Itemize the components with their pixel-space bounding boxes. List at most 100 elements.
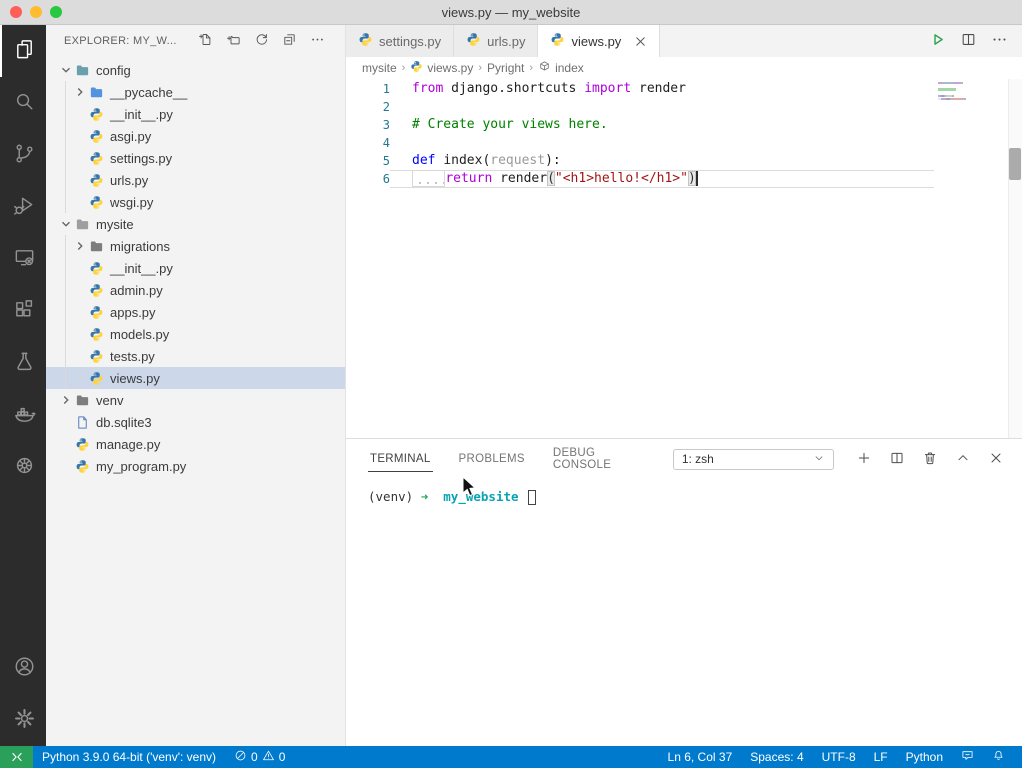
tree-item-asgi-py[interactable]: asgi.py <box>46 125 345 147</box>
activity-item-kubernetes[interactable] <box>0 441 46 493</box>
activity-item-extensions[interactable] <box>0 285 46 337</box>
breadcrumb-label: Pyright <box>487 61 524 75</box>
split-editor-icon[interactable] <box>960 31 977 51</box>
problems-item[interactable]: 00 <box>225 746 294 768</box>
python-icon <box>88 194 104 210</box>
run-python-file-icon[interactable] <box>929 31 946 51</box>
tree-item-manage-py[interactable]: manage.py <box>46 433 345 455</box>
code-line-3[interactable]: 3# Create your views here. <box>346 116 934 134</box>
maximize-panel-icon[interactable] <box>955 450 971 469</box>
kill-terminal-icon[interactable] <box>922 450 938 469</box>
tree-indent <box>72 370 88 386</box>
activity-item-remote-explorer[interactable] <box>0 233 46 285</box>
activity-item-run-and-debug[interactable] <box>0 181 46 233</box>
split-terminal-icon[interactable] <box>889 450 905 469</box>
panel-tab-debug-console[interactable]: DEBUG CONSOLE <box>551 441 649 477</box>
activity-item-accounts[interactable] <box>0 642 46 694</box>
code-line-1[interactable]: 1from django.shortcuts import render <box>346 80 934 98</box>
zoom-window-button[interactable] <box>50 6 62 18</box>
tree-item-wsgi-py[interactable]: wsgi.py <box>46 191 345 213</box>
panel-tab-terminal[interactable]: TERMINAL <box>368 447 433 472</box>
tree-item-settings-py[interactable]: settings.py <box>46 147 345 169</box>
tree-item-my-program-py[interactable]: my_program.py <box>46 455 345 477</box>
new-file-icon[interactable] <box>198 32 213 50</box>
terminal-output[interactable]: (venv) ➜ my_website <box>346 479 1022 746</box>
tree-item-mysite[interactable]: mysite <box>46 213 345 235</box>
status-indentation[interactable]: Spaces: 4 <box>741 746 812 768</box>
new-folder-icon[interactable] <box>226 32 241 50</box>
tab-settings-py[interactable]: settings.py <box>346 25 454 57</box>
new-terminal-icon[interactable] <box>856 450 872 469</box>
activity-item-docker[interactable] <box>0 389 46 441</box>
more-actions-icon[interactable] <box>310 32 325 50</box>
minimap[interactable] <box>938 82 1004 101</box>
tree-item--pycache-[interactable]: __pycache__ <box>46 81 345 103</box>
minimap-token <box>964 98 966 100</box>
tree-indent <box>58 436 74 452</box>
remote-indicator[interactable] <box>0 746 33 768</box>
explorer-icon <box>13 38 36 64</box>
breadcrumb-item-index[interactable]: index <box>538 60 584 76</box>
status-eol[interactable]: LF <box>865 746 897 768</box>
activity-item-explorer[interactable] <box>0 25 46 77</box>
breadcrumb-item-pyright[interactable]: Pyright <box>487 61 524 75</box>
activity-item-search[interactable] <box>0 77 46 129</box>
editor-scrollbar[interactable] <box>1008 79 1022 438</box>
breadcrumb-item-mysite[interactable]: mysite <box>362 61 397 75</box>
tree-item-views-py[interactable]: views.py <box>46 367 345 389</box>
more-actions-icon[interactable] <box>991 31 1008 51</box>
minimize-window-button[interactable] <box>30 6 42 18</box>
terminal-shell-select[interactable]: 1: zsh <box>673 449 834 470</box>
python-icon <box>88 326 104 342</box>
tree-item-migrations[interactable]: migrations <box>46 235 345 257</box>
status-label: Spaces: 4 <box>750 750 803 764</box>
minimap-token <box>942 82 954 84</box>
status-bar: Python 3.9.0 64-bit ('venv': venv) 00 Ln… <box>0 746 1022 768</box>
tree-item-models-py[interactable]: models.py <box>46 323 345 345</box>
close-panel-icon[interactable] <box>988 450 1004 469</box>
minimap-line <box>938 92 1004 94</box>
status-notifications[interactable] <box>983 746 1014 768</box>
code-line-5[interactable]: 5def index(request): <box>346 152 934 170</box>
code-line-6[interactable]: 6 return render("<h1>hello!</h1>") <box>346 170 934 188</box>
breadcrumb-separator: › <box>528 62 534 74</box>
status-label: Python <box>906 750 943 764</box>
scrollbar-thumb[interactable] <box>1009 148 1021 180</box>
code-editor[interactable]: 1from django.shortcuts import render23# … <box>346 79 1022 438</box>
folder-icon <box>74 62 90 78</box>
status-cursor-position[interactable]: Ln 6, Col 37 <box>659 746 742 768</box>
close-tab-icon[interactable] <box>633 34 647 48</box>
activity-item-source-control[interactable] <box>0 129 46 181</box>
tree-item-label: db.sqlite3 <box>96 415 152 430</box>
minimap-token <box>952 95 954 97</box>
tree-item--init-py[interactable]: __init__.py <box>46 103 345 125</box>
status-tweet-feedback[interactable] <box>952 746 983 768</box>
breadcrumb-item-views.py[interactable]: views.py <box>410 60 473 76</box>
activity-item-testing[interactable] <box>0 337 46 389</box>
python-icon <box>88 150 104 166</box>
activity-item-manage[interactable] <box>0 694 46 746</box>
python-icon <box>88 282 104 298</box>
refresh-icon[interactable] <box>254 32 269 50</box>
file-tree: config__pycache____init__.pyasgi.pysetti… <box>46 57 345 746</box>
tree-item-apps-py[interactable]: apps.py <box>46 301 345 323</box>
tree-item-db-sqlite3[interactable]: db.sqlite3 <box>46 411 345 433</box>
tree-item-urls-py[interactable]: urls.py <box>46 169 345 191</box>
code-line-4[interactable]: 4 <box>346 134 934 152</box>
panel-tab-problems[interactable]: PROBLEMS <box>457 447 527 471</box>
code-line-2[interactable]: 2 <box>346 98 934 116</box>
tree-item-config[interactable]: config <box>46 59 345 81</box>
tree-item-admin-py[interactable]: admin.py <box>46 279 345 301</box>
status-encoding[interactable]: UTF-8 <box>813 746 865 768</box>
tree-item--init-py[interactable]: __init__.py <box>46 257 345 279</box>
close-window-button[interactable] <box>10 6 22 18</box>
tree-item-label: views.py <box>110 371 160 386</box>
python-interpreter-item[interactable]: Python 3.9.0 64-bit ('venv': venv) <box>33 746 225 768</box>
tree-item-tests-py[interactable]: tests.py <box>46 345 345 367</box>
status-language-mode[interactable]: Python <box>897 746 952 768</box>
terminal-panel: TERMINAL PROBLEMS DEBUG CONSOLE 1: zsh (ve… <box>346 438 1022 746</box>
tab-views-py[interactable]: views.py <box>538 25 660 57</box>
tab-urls-py[interactable]: urls.py <box>454 25 538 57</box>
tree-item-venv[interactable]: venv <box>46 389 345 411</box>
collapse-all-icon[interactable] <box>282 32 297 50</box>
